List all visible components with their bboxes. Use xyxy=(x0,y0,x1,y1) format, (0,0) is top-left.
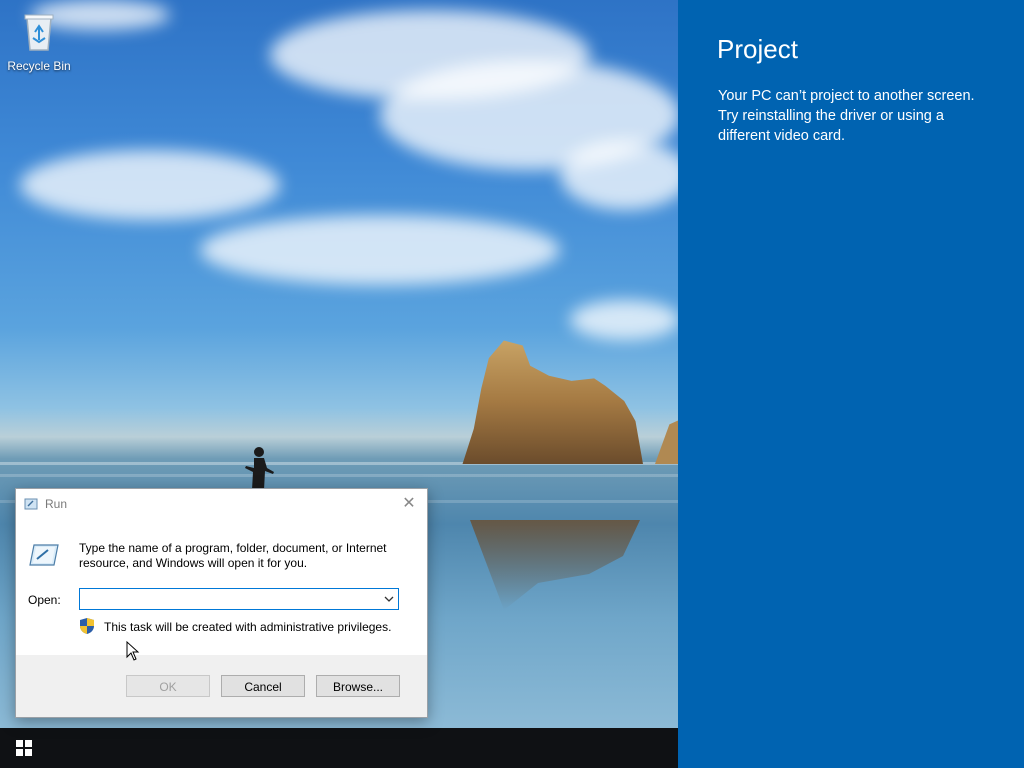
project-panel: Project Your PC can’t project to another… xyxy=(678,0,1024,768)
run-titlebar[interactable]: Run ✕ xyxy=(16,489,427,519)
run-title: Run xyxy=(45,497,68,511)
recycle-bin-shortcut[interactable]: Recycle Bin xyxy=(6,10,72,73)
windows-logo-icon xyxy=(16,740,32,756)
browse-button[interactable]: Browse... xyxy=(316,675,400,697)
taskbar xyxy=(0,728,678,768)
wave-line xyxy=(0,474,678,477)
cancel-button[interactable]: Cancel xyxy=(221,675,305,697)
mouse-cursor-icon xyxy=(126,641,140,661)
rock-reflection xyxy=(470,520,640,610)
chevron-down-icon[interactable] xyxy=(382,592,396,606)
cloud xyxy=(200,215,560,285)
cloud xyxy=(560,140,678,210)
sea-stack-rock xyxy=(462,340,643,464)
run-description: Type the name of a program, folder, docu… xyxy=(79,541,387,570)
run-app-icon xyxy=(24,498,38,510)
uac-shield-icon xyxy=(80,618,94,634)
run-app-icon xyxy=(29,544,59,566)
start-button[interactable] xyxy=(0,728,48,768)
project-title: Project xyxy=(717,34,798,64)
close-icon[interactable]: ✕ xyxy=(399,494,419,514)
open-input[interactable] xyxy=(82,590,376,608)
cloud xyxy=(570,300,678,340)
run-dialog: Run ✕ Type the name of a program, folder… xyxy=(15,488,428,718)
person-silhouette xyxy=(245,447,274,490)
open-label: Open: xyxy=(28,593,61,607)
admin-privileges-note: This task will be created with administr… xyxy=(104,620,392,634)
project-error-message: Your PC can’t project to another screen.… xyxy=(718,88,975,144)
cloud xyxy=(20,150,280,220)
rock xyxy=(655,420,678,464)
recycle-bin-label: Recycle Bin xyxy=(7,59,71,73)
ok-button[interactable]: OK xyxy=(126,675,210,697)
open-combobox[interactable] xyxy=(79,588,399,610)
recycle-bin-icon xyxy=(24,14,54,51)
